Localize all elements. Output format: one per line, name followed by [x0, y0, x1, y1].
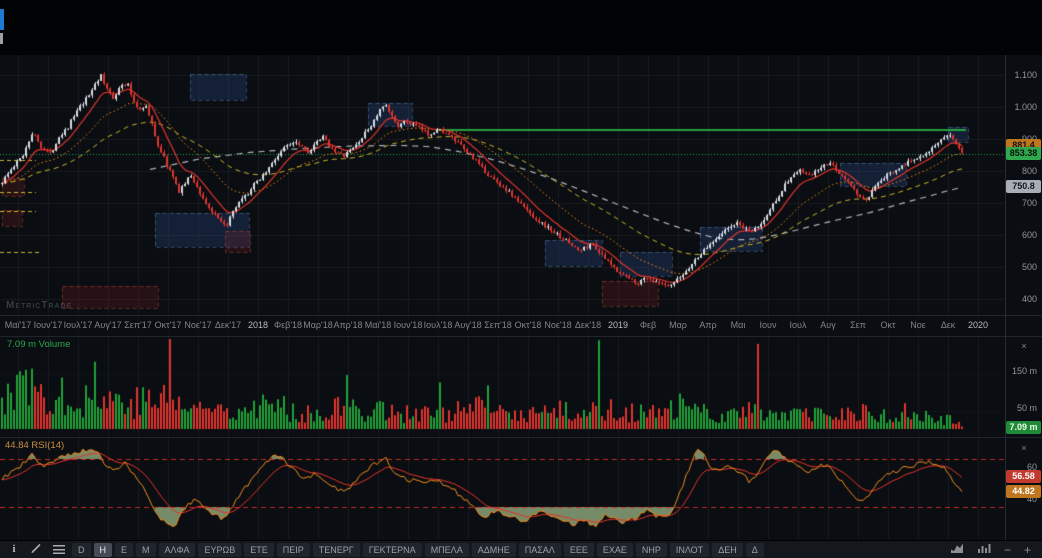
time-label: Ιουλ'17: [63, 320, 93, 330]
list-icon: [53, 545, 65, 554]
time-label: Σεπ'18: [484, 320, 512, 330]
time-label: Δεκ'17: [214, 320, 242, 330]
time-label: Οκτ: [880, 320, 896, 330]
draw-button[interactable]: [26, 542, 46, 557]
time-label: Απρ: [699, 320, 717, 330]
indicator-button[interactable]: [975, 542, 993, 557]
time-label: Αυγ: [820, 320, 836, 330]
price-badge-last-price: 853.38: [1006, 147, 1041, 160]
price-tick: 500: [1021, 262, 1037, 272]
time-label: Ιουν: [759, 320, 777, 330]
price-badge-volume: 7.09 m: [1006, 421, 1041, 434]
time-label: 2018: [247, 320, 269, 330]
time-label: Οκτ'18: [514, 320, 542, 330]
price-tick: 700: [1021, 198, 1037, 208]
bottom-toolbar: i DHEM ΑΛΦΑ ΕΥΡΩΒ ΕΤΕ ΠΕΙΡ ΤΕΝΕΡΓ ΓΕΚΤΕΡΝΑ ΜΠΕ…: [0, 540, 1042, 558]
left-edge-gray-marker: [0, 33, 3, 44]
ticker-tab[interactable]: ΔΕΗ: [712, 542, 743, 557]
price-axis[interactable]: 1.1001.000900800700600500400150 m50 m604…: [1005, 0, 1042, 540]
time-label: Δεκ'18: [574, 320, 602, 330]
watchlist-button[interactable]: [49, 542, 69, 557]
time-label: Δεκ: [940, 320, 956, 330]
time-label: Μαϊ'17: [4, 320, 32, 330]
time-label: Νοε: [910, 320, 926, 330]
time-label: Φεβ: [639, 320, 657, 330]
volume-legend: 7.09 m Volume: [7, 339, 71, 350]
ticker-tabs: ΑΛΦΑ ΕΥΡΩΒ ΕΤΕ ΠΕΙΡ ΤΕΝΕΡΓ ΓΕΚΤΕΡΝΑ ΜΠΕΛΑ ΑΔΜΗΕ…: [158, 542, 764, 557]
pencil-icon: [30, 542, 42, 557]
time-label: Αυγ'17: [94, 320, 122, 330]
ticker-tab[interactable]: ΑΛΦΑ: [158, 542, 196, 557]
price-badge-rsi-signal: 56.58: [1006, 470, 1041, 483]
ticker-tab[interactable]: ΝΗΡ: [635, 542, 667, 557]
price-badge-rsi: 44.82: [1006, 485, 1041, 498]
time-axis[interactable]: Μαϊ'17 Ιουν'17 Ιουλ'17 Αυγ'17 Σεπ'17 Οκτ'17 Νο…: [0, 316, 1005, 335]
time-label: Ιουν'17: [33, 320, 63, 330]
chart-type-button[interactable]: [948, 542, 966, 557]
ticker-tab[interactable]: ΕΤΕ: [244, 542, 274, 557]
timeframe-tab-H[interactable]: H: [93, 542, 112, 557]
chart-canvas[interactable]: [0, 0, 1042, 558]
price-tick: 1.000: [1014, 102, 1037, 112]
info-button[interactable]: i: [5, 542, 23, 557]
left-edge-blue-marker: [0, 9, 4, 30]
price-tick: 800: [1021, 166, 1037, 176]
price-tick: 600: [1021, 230, 1037, 240]
volume-tick: 50 m: [1016, 403, 1037, 413]
time-label: Ιουλ'18: [423, 320, 453, 330]
ticker-tab[interactable]: ΕΧΑΕ: [596, 542, 633, 557]
rsi-legend: 44.84 RSI(14): [5, 440, 65, 451]
ticker-tab[interactable]: ΠΑΣΑΛ: [518, 542, 561, 557]
time-label: Μαϊ'18: [364, 320, 392, 330]
time-label: Μαι: [730, 320, 746, 330]
area-chart-icon: [950, 542, 964, 557]
ticker-tab[interactable]: ΓΕΚΤΕΡΝΑ: [362, 542, 422, 557]
rsi-pane-close-button[interactable]: ×: [1017, 442, 1031, 454]
time-label: Απρ'18: [333, 320, 363, 330]
time-label: Σεπ'17: [124, 320, 152, 330]
zoom-in-button[interactable]: +: [1022, 543, 1033, 557]
volume-pane-close-button[interactable]: ×: [1017, 340, 1031, 352]
time-label: Ιουλ: [789, 320, 807, 330]
pane-separator[interactable]: [0, 437, 1042, 438]
time-label: Φεβ'18: [273, 320, 303, 330]
zoom-out-button[interactable]: −: [1002, 543, 1013, 557]
volume-tick: 150 m: [1011, 366, 1037, 376]
timeframe-tab-E[interactable]: E: [115, 542, 134, 557]
toolbar-right: − +: [948, 542, 1037, 557]
price-tick: 400: [1021, 294, 1037, 304]
time-label: Σεπ: [850, 320, 866, 330]
ticker-tab[interactable]: ΑΔΜΗΕ: [471, 542, 516, 557]
time-label: Αυγ'18: [454, 320, 482, 330]
time-label: Ιουν'18: [393, 320, 423, 330]
ticker-tab[interactable]: ΙΝΛΟΤ: [669, 542, 710, 557]
ticker-tab[interactable]: ΤΕΝΕΡΓ: [312, 542, 360, 557]
histogram-icon: [977, 542, 991, 557]
timeframe-tab-M[interactable]: M: [136, 542, 156, 557]
ticker-tab[interactable]: ΕΥΡΩΒ: [198, 542, 242, 557]
ticker-tab[interactable]: Δ: [745, 542, 764, 557]
time-label: Νοε'17: [184, 320, 212, 330]
time-label: 2020: [967, 320, 989, 330]
time-label: Μαρ'18: [303, 320, 333, 330]
trading-app: MetricTrade 1.1001.000900800700600500400…: [0, 0, 1042, 558]
ticker-tab[interactable]: ΠΕΙΡ: [276, 542, 310, 557]
timeframe-tab-D[interactable]: D: [72, 542, 91, 557]
ticker-tab[interactable]: ΜΠΕΛΑ: [424, 542, 469, 557]
timeframe-tabs: DHEM: [72, 542, 156, 557]
time-label: Μαρ: [669, 320, 687, 330]
pane-separator[interactable]: [0, 336, 1042, 337]
time-label: Νοε'18: [544, 320, 572, 330]
time-label: Οκτ'17: [154, 320, 182, 330]
price-badge-ma-long: 750.8: [1006, 180, 1041, 193]
ticker-tab[interactable]: ΕΕΕ: [563, 542, 594, 557]
price-tick: 1.100: [1014, 70, 1037, 80]
time-label: 2019: [607, 320, 629, 330]
